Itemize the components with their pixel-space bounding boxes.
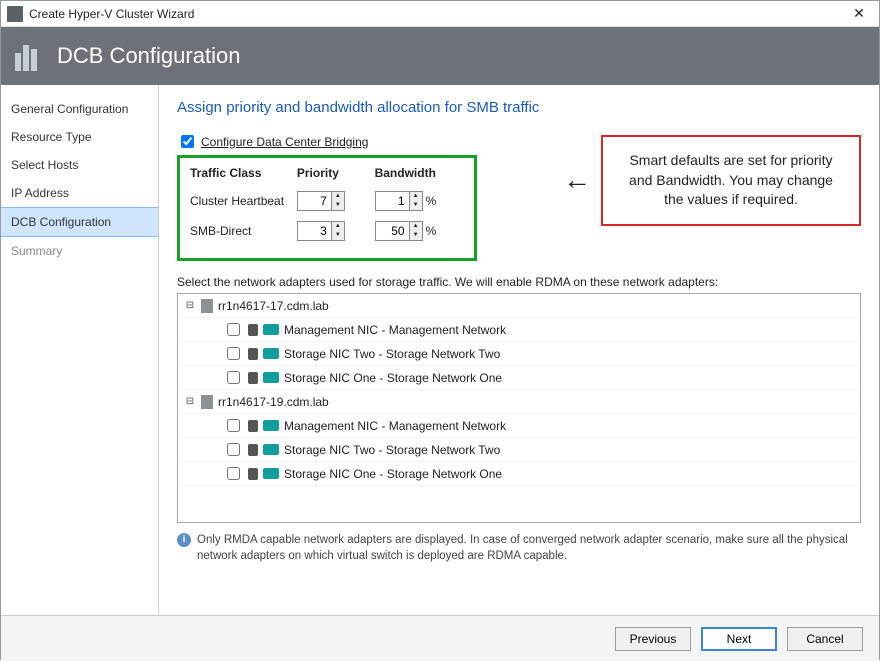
bandwidth-input-smb[interactable] bbox=[375, 221, 409, 241]
info-note-text: Only RMDA capable network adapters are d… bbox=[197, 533, 861, 564]
traffic-class-header: Traffic Class Priority Bandwidth bbox=[190, 166, 462, 180]
percent-suffix: % bbox=[426, 224, 437, 238]
arrow-left-icon: ← bbox=[563, 166, 591, 194]
host-name: rr1n4617-17.cdm.lab bbox=[218, 299, 329, 313]
nic-icon bbox=[263, 420, 279, 431]
spin-buttons[interactable]: ▲▼ bbox=[331, 191, 345, 211]
nav-ip-address[interactable]: IP Address bbox=[1, 179, 158, 207]
nic-icon bbox=[263, 468, 279, 479]
nic-row[interactable]: Storage NIC Two - Storage Network Two bbox=[178, 342, 860, 366]
bandwidth-spinner-smb[interactable]: ▲▼ % bbox=[375, 221, 462, 241]
callout-box: Smart defaults are set for priority and … bbox=[601, 135, 861, 226]
spin-buttons[interactable]: ▲▼ bbox=[409, 221, 423, 241]
cancel-button[interactable]: Cancel bbox=[787, 627, 863, 651]
wizard-footer: Previous Next Cancel bbox=[1, 615, 879, 661]
nic-icon bbox=[263, 372, 279, 383]
col-traffic-class: Traffic Class bbox=[190, 166, 297, 180]
nic-checkbox[interactable] bbox=[227, 419, 240, 432]
host-name: rr1n4617-19.cdm.lab bbox=[218, 395, 329, 409]
nic-icon bbox=[248, 468, 258, 480]
nic-checkbox[interactable] bbox=[227, 323, 240, 336]
wizard-body: General Configuration Resource Type Sele… bbox=[1, 85, 879, 615]
col-bandwidth: Bandwidth bbox=[375, 166, 462, 180]
nic-label: Storage NIC Two - Storage Network Two bbox=[284, 347, 500, 361]
percent-suffix: % bbox=[426, 194, 437, 208]
nic-label: Storage NIC One - Storage Network One bbox=[284, 467, 502, 481]
configure-dcb-label[interactable]: Configure Data Center Bridging bbox=[201, 135, 368, 149]
priority-spinner-heartbeat[interactable]: ▲▼ bbox=[297, 191, 375, 211]
app-icon bbox=[7, 6, 23, 22]
info-note: i Only RMDA capable network adapters are… bbox=[177, 533, 861, 564]
nic-icon bbox=[263, 444, 279, 455]
server-icon bbox=[15, 41, 45, 71]
col-priority: Priority bbox=[297, 166, 375, 180]
nic-label: Management NIC - Management Network bbox=[284, 323, 506, 337]
nic-label: Storage NIC One - Storage Network One bbox=[284, 371, 502, 385]
collapse-icon[interactable]: ⊟ bbox=[184, 300, 196, 311]
nav-resource-type[interactable]: Resource Type bbox=[1, 123, 158, 151]
adapters-tree[interactable]: ⊟ rr1n4617-17.cdm.lab Management NIC - M… bbox=[177, 293, 861, 523]
spin-buttons[interactable]: ▲▼ bbox=[331, 221, 345, 241]
nic-icon bbox=[248, 324, 258, 336]
priority-input-smb[interactable] bbox=[297, 221, 331, 241]
collapse-icon[interactable]: ⊟ bbox=[184, 396, 196, 407]
wizard-step-title: DCB Configuration bbox=[57, 43, 240, 69]
wizard-header: DCB Configuration bbox=[1, 27, 879, 85]
wizard-nav: General Configuration Resource Type Sele… bbox=[1, 85, 159, 615]
nic-row[interactable]: Storage NIC One - Storage Network One bbox=[178, 366, 860, 390]
callout: ← Smart defaults are set for priority an… bbox=[563, 135, 861, 226]
priority-spinner-smb[interactable]: ▲▼ bbox=[297, 221, 375, 241]
nav-select-hosts[interactable]: Select Hosts bbox=[1, 151, 158, 179]
row-smb-direct: SMB-Direct ▲▼ ▲▼ % bbox=[190, 218, 462, 244]
nic-label: Storage NIC Two - Storage Network Two bbox=[284, 443, 500, 457]
configure-dcb-checkbox[interactable] bbox=[181, 135, 194, 148]
nav-dcb-configuration[interactable]: DCB Configuration bbox=[1, 207, 158, 237]
next-button[interactable]: Next bbox=[701, 627, 777, 651]
nav-summary[interactable]: Summary bbox=[1, 237, 158, 265]
traffic-class-name: Cluster Heartbeat bbox=[190, 194, 297, 208]
wizard-main: Assign priority and bandwidth allocation… bbox=[159, 85, 879, 615]
traffic-class-name: SMB-Direct bbox=[190, 224, 297, 238]
nav-general-configuration[interactable]: General Configuration bbox=[1, 95, 158, 123]
spin-buttons[interactable]: ▲▼ bbox=[409, 191, 423, 211]
priority-input-heartbeat[interactable] bbox=[297, 191, 331, 211]
nic-row[interactable]: Storage NIC Two - Storage Network Two bbox=[178, 438, 860, 462]
nic-icon bbox=[248, 444, 258, 456]
server-icon bbox=[201, 395, 213, 409]
bandwidth-input-heartbeat[interactable] bbox=[375, 191, 409, 211]
page-heading: Assign priority and bandwidth allocation… bbox=[177, 99, 861, 116]
traffic-class-panel: Traffic Class Priority Bandwidth Cluster… bbox=[177, 155, 477, 261]
nic-checkbox[interactable] bbox=[227, 467, 240, 480]
previous-button[interactable]: Previous bbox=[615, 627, 691, 651]
server-icon bbox=[201, 299, 213, 313]
window-title: Create Hyper-V Cluster Wizard bbox=[29, 7, 845, 21]
nic-checkbox[interactable] bbox=[227, 371, 240, 384]
host-node[interactable]: ⊟ rr1n4617-17.cdm.lab bbox=[178, 294, 860, 318]
nic-row[interactable]: Storage NIC One - Storage Network One bbox=[178, 462, 860, 486]
nic-icon bbox=[263, 348, 279, 359]
row-cluster-heartbeat: Cluster Heartbeat ▲▼ ▲▼ % bbox=[190, 188, 462, 214]
nic-row[interactable]: Management NIC - Management Network bbox=[178, 414, 860, 438]
nic-checkbox[interactable] bbox=[227, 347, 240, 360]
nic-label: Management NIC - Management Network bbox=[284, 419, 506, 433]
bandwidth-spinner-heartbeat[interactable]: ▲▼ % bbox=[375, 191, 462, 211]
adapters-instruction: Select the network adapters used for sto… bbox=[177, 275, 861, 289]
nic-icon bbox=[263, 324, 279, 335]
host-node[interactable]: ⊟ rr1n4617-19.cdm.lab bbox=[178, 390, 860, 414]
nic-icon bbox=[248, 420, 258, 432]
titlebar: Create Hyper-V Cluster Wizard ✕ bbox=[1, 1, 879, 27]
info-icon: i bbox=[177, 533, 191, 547]
close-button[interactable]: ✕ bbox=[845, 5, 873, 22]
nic-icon bbox=[248, 348, 258, 360]
nic-icon bbox=[248, 372, 258, 384]
nic-checkbox[interactable] bbox=[227, 443, 240, 456]
nic-row[interactable]: Management NIC - Management Network bbox=[178, 318, 860, 342]
